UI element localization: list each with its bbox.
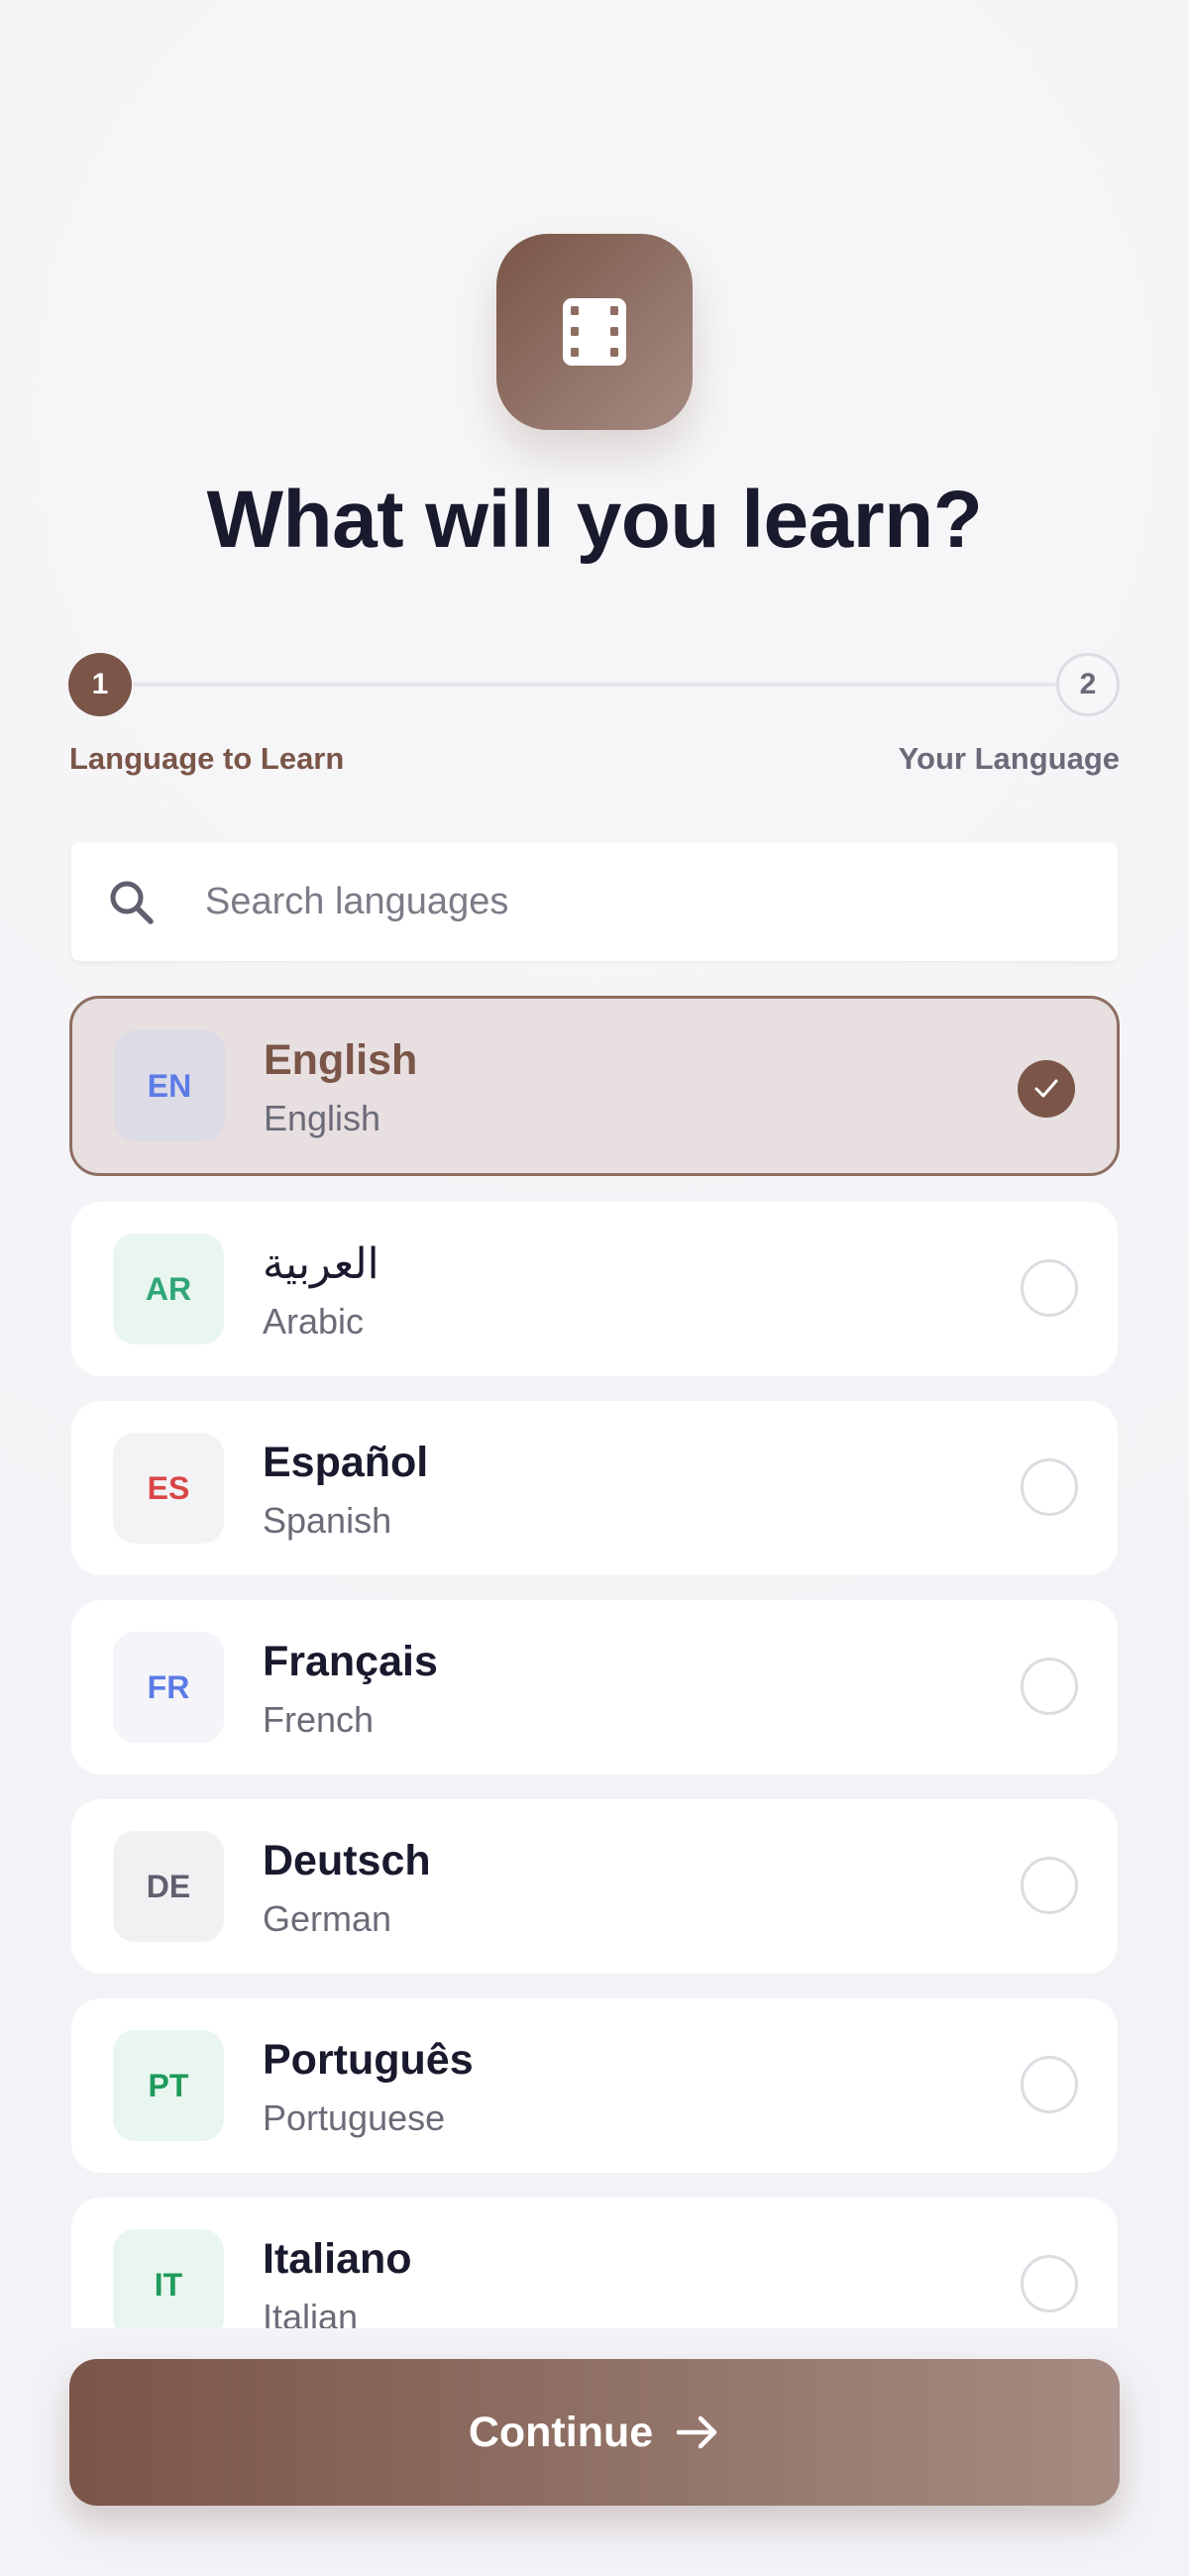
stepper-track: [133, 683, 1056, 687]
language-option-portuguese[interactable]: PT Português Portuguese: [71, 1998, 1118, 2173]
language-option-italian[interactable]: IT Italiano Italian: [71, 2198, 1118, 2328]
continue-button[interactable]: Continue: [69, 2359, 1120, 2506]
language-option-arabic[interactable]: AR العربية Arabic: [71, 1202, 1118, 1376]
language-code-badge: IT: [113, 2229, 224, 2328]
continue-label: Continue: [468, 2408, 654, 2456]
step-2-indicator[interactable]: 2: [1056, 653, 1120, 716]
language-code-badge: EN: [114, 1030, 225, 1141]
search-icon: [107, 878, 157, 927]
language-code-badge: DE: [113, 1831, 224, 1942]
language-selection-screen: What will you learn? 1 2 Language to Lea…: [0, 0, 1189, 2576]
language-option-spanish[interactable]: ES Español Spanish: [71, 1401, 1118, 1575]
language-native-name: English: [264, 1036, 418, 1084]
language-code-badge: AR: [113, 1234, 224, 1344]
search-bar: [71, 842, 1118, 961]
language-english-name: German: [263, 1898, 392, 1939]
language-list: EN English English AR العربية Arabic ES …: [69, 996, 1120, 2328]
language-english-name: Spanish: [263, 1500, 392, 1541]
language-code-badge: FR: [113, 1632, 224, 1743]
language-english-name: Arabic: [263, 1301, 365, 1342]
selected-check[interactable]: [1018, 1060, 1075, 1118]
language-native-name: Français: [263, 1638, 438, 1685]
language-native-name: العربية: [263, 1240, 379, 1288]
language-native-name: Português: [263, 2036, 474, 2084]
step-1-indicator[interactable]: 1: [68, 653, 132, 716]
radio-button[interactable]: [1021, 1259, 1078, 1317]
radio-button[interactable]: [1021, 1658, 1078, 1715]
step-2-label: Your Language: [898, 741, 1120, 776]
language-option-german[interactable]: DE Deutsch German: [71, 1799, 1118, 1974]
language-code-badge: PT: [113, 2030, 224, 2141]
language-english-name: English: [264, 1098, 381, 1138]
app-logo: [496, 234, 693, 430]
arrow-right-icon: [675, 2413, 720, 2452]
radio-button[interactable]: [1021, 2255, 1078, 2312]
step-1-label: Language to Learn: [69, 741, 345, 776]
checkmark-icon: [1034, 1079, 1058, 1098]
language-code-badge: ES: [113, 1433, 224, 1544]
language-native-name: Deutsch: [263, 1837, 431, 1884]
film-icon: [563, 298, 626, 366]
radio-button[interactable]: [1021, 1857, 1078, 1914]
language-option-french[interactable]: FR Français French: [71, 1600, 1118, 1774]
language-english-name: Portuguese: [263, 2097, 446, 2138]
search-input[interactable]: [205, 842, 1077, 961]
language-option-english[interactable]: EN English English: [69, 996, 1120, 1176]
language-english-name: Italian: [263, 2297, 359, 2328]
radio-button[interactable]: [1021, 2056, 1078, 2113]
language-english-name: French: [263, 1699, 375, 1740]
page-title: What will you learn?: [206, 475, 983, 565]
language-native-name: Español: [263, 1439, 429, 1486]
radio-button[interactable]: [1021, 1458, 1078, 1516]
language-native-name: Italiano: [263, 2235, 412, 2283]
